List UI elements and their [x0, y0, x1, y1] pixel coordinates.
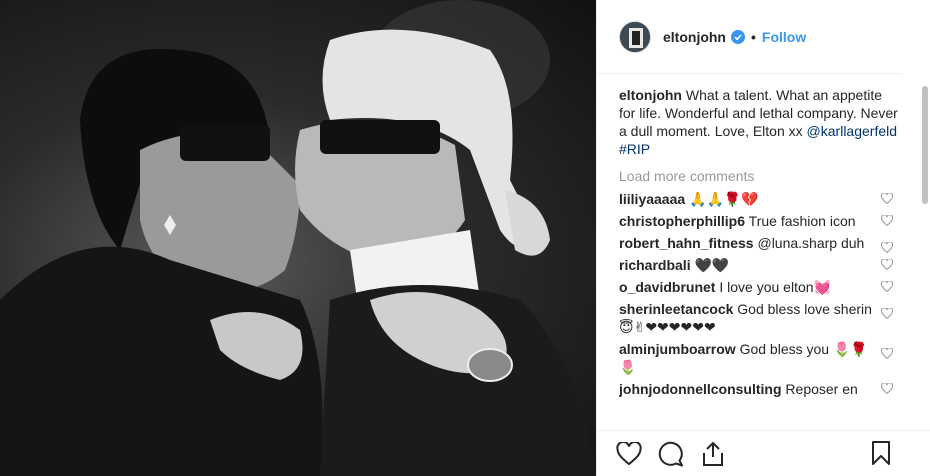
comment-username[interactable]: sherinleetancock [619, 301, 733, 317]
comments-list[interactable]: eltonjohn What a talent. What an appetit… [619, 86, 901, 430]
comment-item: johnjodonnellconsulting Reposer en [619, 380, 901, 398]
caption-username[interactable]: eltonjohn [619, 87, 682, 103]
caption-mention-link[interactable]: @karllagerfeld [807, 123, 897, 139]
post-photo[interactable] [0, 0, 596, 476]
comment-text: 🖤🖤 [694, 257, 730, 273]
caption-hashtag-link[interactable]: #RIP [619, 141, 650, 157]
comment-username[interactable]: alminjumboarrow [619, 341, 736, 357]
comment-username[interactable]: richardbali [619, 257, 691, 273]
comment-username[interactable]: robert_hahn_fitness [619, 235, 754, 251]
post-view: eltonjohn • Follow eltonjohn What a tale… [0, 0, 930, 476]
comment-item: christopherphillip6 True fashion icon [619, 212, 901, 230]
comment-item: alminjumboarrow God bless you 🌷🌹🌷 [619, 340, 901, 376]
comment-username[interactable]: o_davidbrunet [619, 279, 715, 295]
post-caption: eltonjohn What a talent. What an appetit… [619, 86, 901, 158]
save-button[interactable] [867, 439, 895, 467]
load-more-comments-button[interactable]: Load more comments [619, 166, 901, 186]
comment-username[interactable]: christopherphillip6 [619, 213, 745, 229]
comment-item: sherinleetancock God bless love sherin 😇… [619, 300, 901, 336]
follow-button[interactable]: Follow [762, 29, 806, 45]
header-separator: • [751, 28, 756, 45]
comment-username[interactable]: liiliyaaaaa [619, 191, 685, 207]
comment-item: robert_hahn_fitness @luna.sharp duh [619, 234, 901, 253]
comment-item: o_davidbrunet I love you elton💓 [619, 278, 901, 296]
bookmark-icon [872, 441, 890, 465]
comment-like-heart-icon[interactable] [881, 215, 893, 226]
comment-text: I love you elton💓 [719, 279, 831, 295]
comment-like-heart-icon[interactable] [881, 308, 893, 319]
post-side-panel: eltonjohn • Follow eltonjohn What a tale… [596, 0, 930, 476]
comment-like-heart-icon[interactable] [881, 348, 893, 359]
avatar-image-icon [620, 21, 650, 52]
heart-outline-icon [616, 441, 642, 465]
verified-badge-icon [731, 29, 745, 44]
comment-item: liiliyaaaaa 🙏🙏🌹💔 [619, 190, 901, 208]
comment-like-heart-icon[interactable] [881, 281, 893, 292]
avatar[interactable] [619, 20, 651, 53]
post-actions-bar [597, 430, 930, 476]
comment-username[interactable]: johnjodonnellconsulting [619, 381, 782, 397]
comment-like-heart-icon[interactable] [881, 193, 893, 204]
comment-text: Reposer en [785, 381, 858, 397]
comments-scrollbar[interactable] [922, 86, 928, 204]
like-button[interactable] [615, 440, 643, 468]
comment-button[interactable] [657, 440, 685, 468]
comment-like-heart-icon[interactable] [881, 259, 893, 270]
share-icon [703, 441, 723, 466]
comment-like-heart-icon[interactable] [881, 383, 893, 394]
speech-bubble-icon [658, 441, 683, 466]
comment-item: richardbali 🖤🖤 [619, 256, 901, 274]
comment-text: @luna.sharp duh [757, 235, 865, 251]
comment-text: True fashion icon [748, 213, 856, 229]
post-header: eltonjohn • Follow [597, 0, 902, 74]
post-author-username[interactable]: eltonjohn [663, 29, 726, 45]
share-button[interactable] [699, 440, 727, 468]
photo-illustration [0, 0, 596, 476]
comment-like-heart-icon[interactable] [881, 242, 893, 253]
comment-text: 🙏🙏🌹💔 [689, 191, 759, 207]
